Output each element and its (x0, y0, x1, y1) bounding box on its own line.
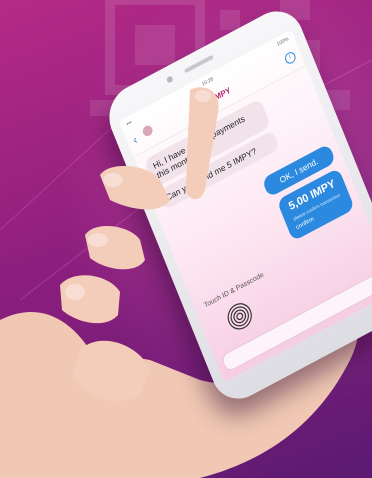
hand-fingers (60, 87, 219, 402)
photo-scene: ••• 10:26 100% ‹ IM IMPY i Hi, I have a … (0, 0, 372, 478)
